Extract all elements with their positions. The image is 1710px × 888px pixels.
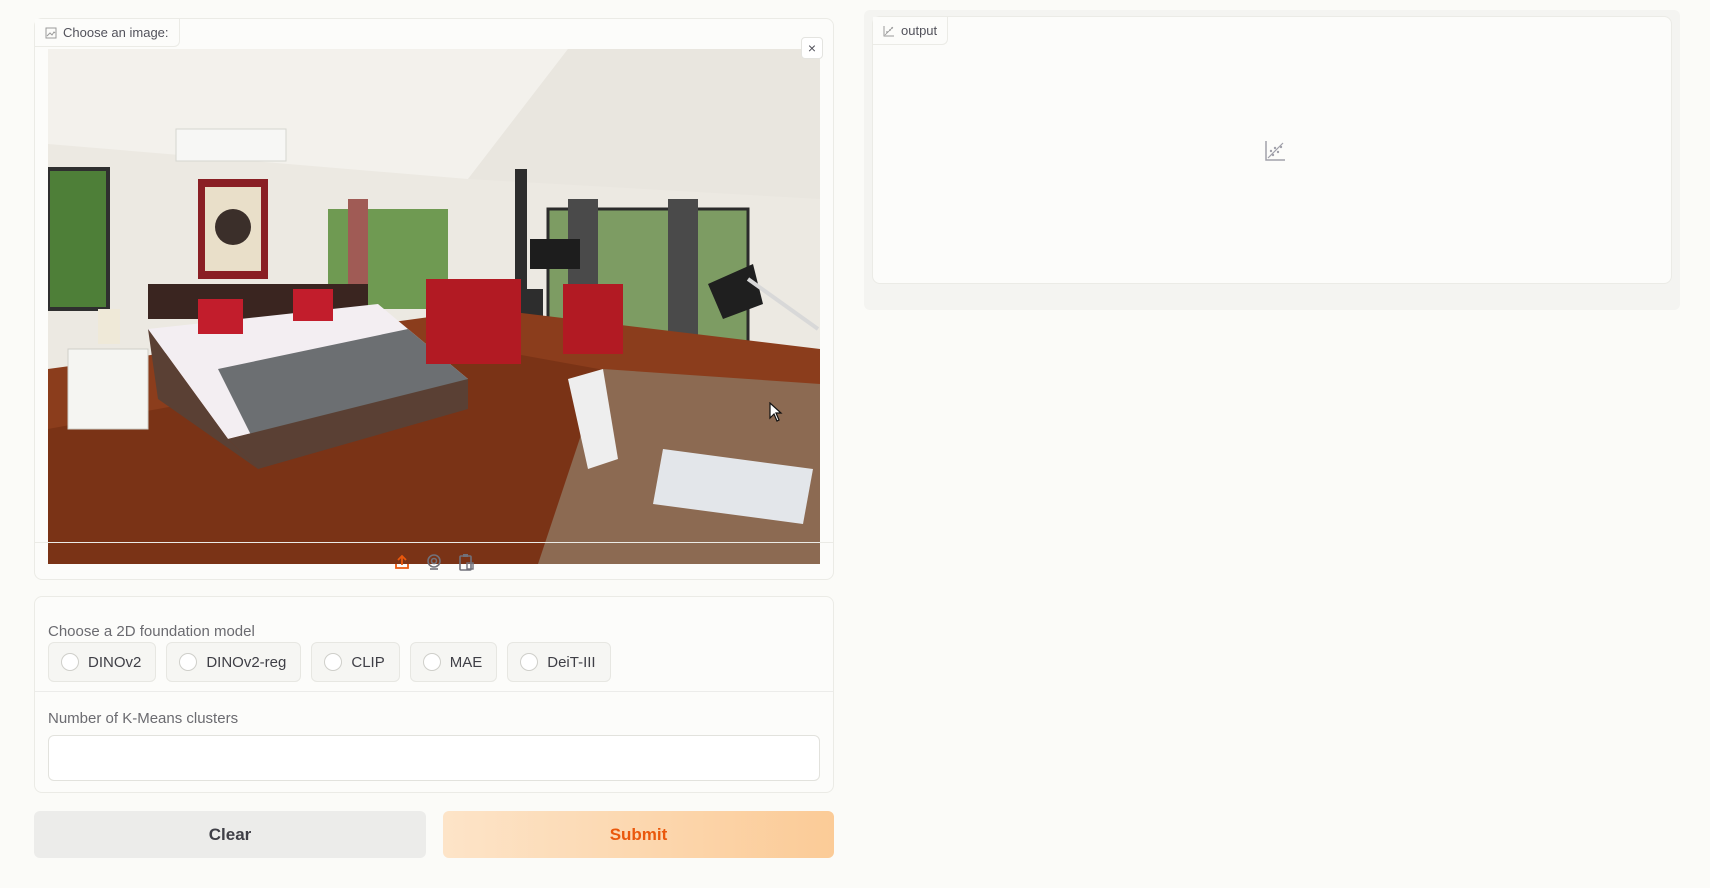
image-icon bbox=[45, 27, 57, 39]
model-choice-label: Choose a 2D foundation model bbox=[48, 623, 255, 640]
webcam-icon[interactable] bbox=[424, 552, 444, 572]
radio-option-label: DeiT-III bbox=[547, 653, 596, 671]
image-upload-panel: Choose an image: × bbox=[34, 18, 834, 580]
controls-panel: Choose a 2D foundation model DINOv2 DINO… bbox=[34, 596, 834, 793]
scatter-plot-icon bbox=[1263, 139, 1287, 163]
output-label: output bbox=[873, 17, 949, 45]
radio-button[interactable] bbox=[324, 653, 343, 671]
radio-option-mae[interactable]: MAE bbox=[409, 642, 498, 682]
upload-icon[interactable] bbox=[392, 552, 412, 572]
clipboard-icon[interactable] bbox=[456, 552, 476, 572]
radio-option-label: MAE bbox=[449, 653, 483, 671]
bedroom-photo bbox=[48, 49, 820, 564]
image-source-toolbar bbox=[35, 542, 833, 580]
radio-button[interactable] bbox=[61, 653, 79, 671]
radio-option-dinov2-reg[interactable]: DINOv2-reg bbox=[166, 642, 302, 682]
radio-option-label: DINOv2 bbox=[88, 653, 142, 671]
radio-button[interactable] bbox=[179, 653, 198, 671]
submit-button[interactable]: Submit bbox=[443, 811, 834, 858]
image-input-label-text: Choose an image: bbox=[63, 25, 169, 40]
output-plot-panel: output bbox=[872, 16, 1672, 284]
radio-button[interactable] bbox=[422, 653, 441, 671]
close-icon: × bbox=[807, 40, 817, 56]
radio-option-dinov2[interactable]: DINOv2 bbox=[48, 642, 157, 682]
radio-button[interactable] bbox=[520, 653, 539, 671]
model-radio-group: DINOv2 DINOv2-reg CLIP MAE DeiT-III bbox=[48, 642, 611, 682]
radio-option-clip[interactable]: CLIP bbox=[311, 642, 400, 682]
mouse-cursor-icon bbox=[769, 402, 783, 422]
radio-option-deit-iii[interactable]: DeiT-III bbox=[507, 642, 611, 682]
scatter-plot-icon bbox=[883, 25, 895, 37]
uploaded-image[interactable] bbox=[48, 49, 820, 564]
clear-button[interactable]: Clear bbox=[34, 811, 426, 858]
radio-option-label: CLIP bbox=[351, 653, 385, 671]
clusters-label: Number of K-Means clusters bbox=[48, 710, 239, 727]
output-column: output bbox=[864, 10, 1680, 310]
clusters-input[interactable] bbox=[48, 735, 820, 781]
radio-option-label: DINOv2-reg bbox=[206, 653, 287, 671]
input-column: Choose an image: × Choose a 2D foundatio… bbox=[30, 10, 836, 870]
clear-image-button[interactable]: × bbox=[801, 37, 823, 59]
image-input-label: Choose an image: bbox=[35, 19, 180, 47]
divider bbox=[35, 691, 833, 692]
output-label-text: output bbox=[901, 23, 938, 38]
